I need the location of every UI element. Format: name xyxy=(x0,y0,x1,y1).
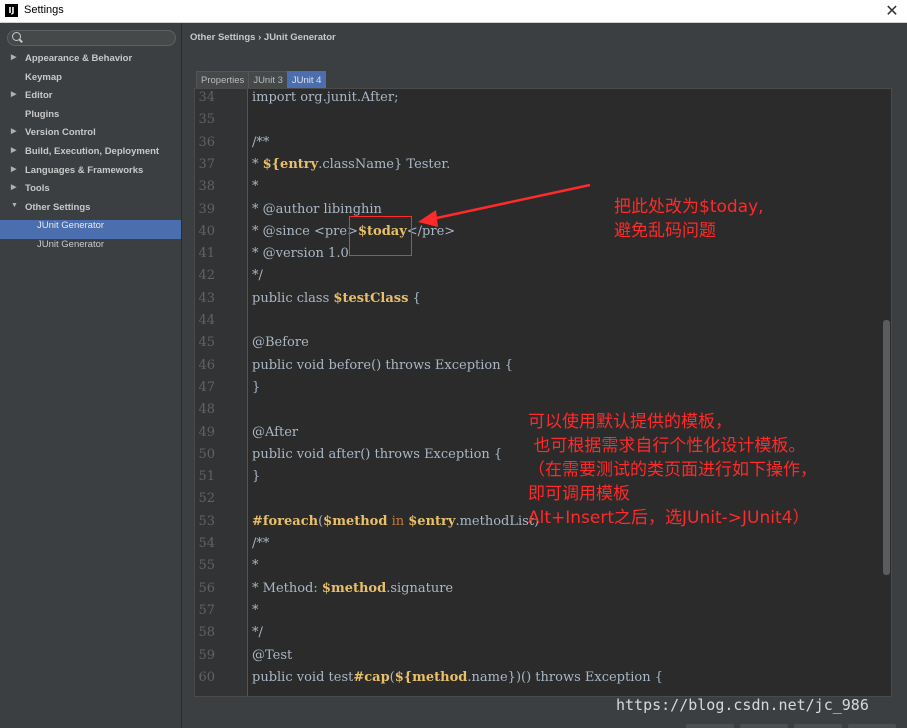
annotation-middle: 可以使用默认提供的模板， 也可根据需求自行个性化设计模板。 （在需要测试的类页面… xyxy=(528,412,817,528)
annotation-arrow-icon xyxy=(418,183,591,227)
annotation-top: 把此处改为$today, 避免乱码问题 xyxy=(614,197,764,241)
watermark: https://blog.csdn.net/jc_986 xyxy=(616,696,869,714)
